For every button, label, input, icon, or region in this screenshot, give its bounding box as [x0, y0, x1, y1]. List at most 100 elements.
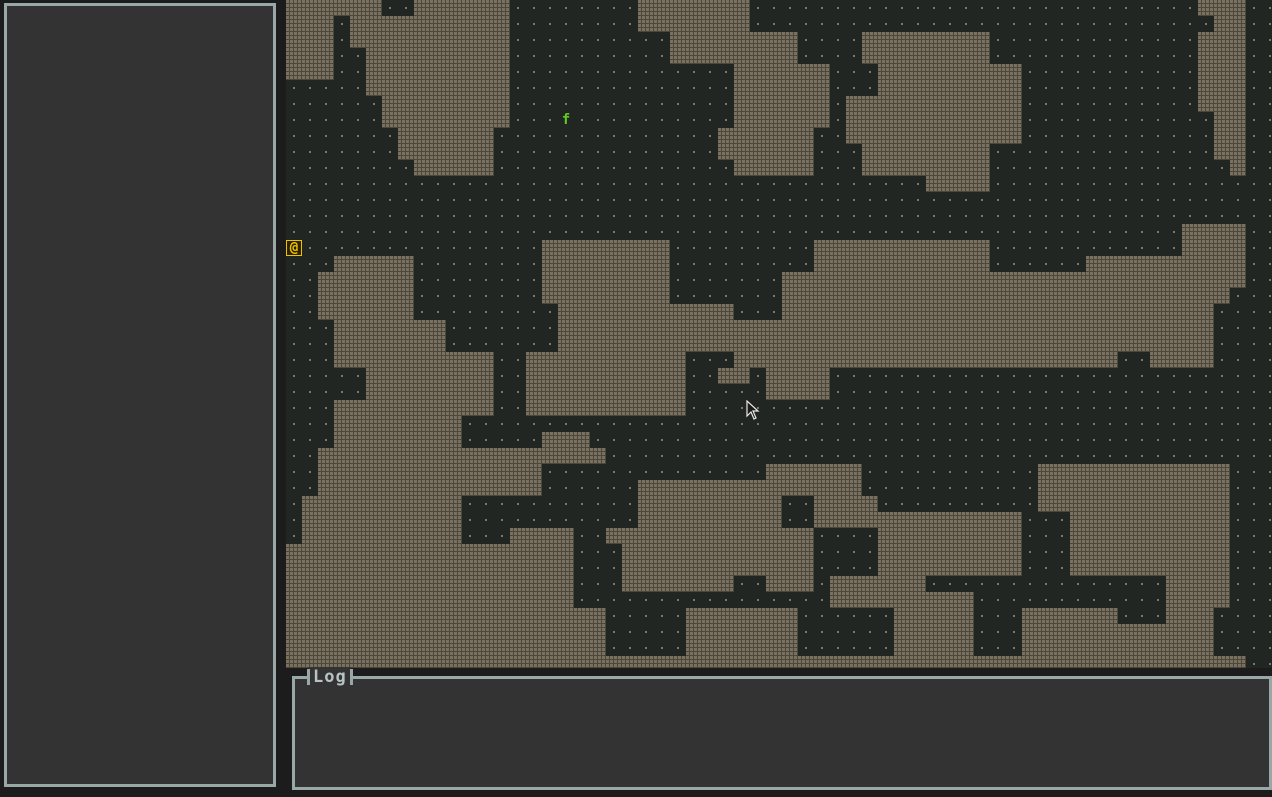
wall-tile: [830, 592, 974, 608]
wall-tile: [1198, 32, 1246, 48]
wall-tile: [782, 288, 1230, 304]
wall-tile: [862, 144, 990, 160]
wall-tile: [670, 48, 798, 64]
wall-tile: [318, 272, 414, 288]
wall-tile: [622, 560, 814, 576]
wall-tile: [606, 528, 814, 544]
wall-tile: [1198, 64, 1246, 80]
wall-tile: [1230, 160, 1246, 176]
wall-tile: [878, 560, 1022, 576]
wall-tile: [1214, 128, 1246, 144]
wall-tile: [718, 144, 814, 160]
wall-tile: [398, 144, 494, 160]
wall-tile: [686, 608, 798, 624]
wall-tile: [622, 576, 734, 592]
wall-tile: [1070, 560, 1230, 576]
wall-tile: [782, 304, 1214, 320]
wall-tile: [382, 112, 510, 128]
wall-tile: [814, 256, 990, 272]
wall-tile: [1022, 640, 1214, 656]
log-title: Log: [307, 667, 353, 687]
mouse-cursor-icon: [746, 400, 760, 420]
wall-tile: [846, 128, 1022, 144]
wall-tile: [286, 560, 574, 576]
dungeon-map[interactable]: @ f: [286, 0, 1272, 668]
wall-tile: [846, 112, 1022, 128]
wall-tile: [1214, 144, 1246, 160]
wall-tile: [366, 368, 494, 384]
wall-tile: [670, 32, 798, 48]
wall-tile: [286, 0, 382, 16]
wall-tile: [1182, 224, 1246, 240]
wall-tile: [1038, 480, 1230, 496]
wall-tile: [638, 16, 750, 32]
wall-tile: [1198, 48, 1246, 64]
wall-tile: [542, 272, 670, 288]
wall-tile: [734, 64, 830, 80]
wall-tile: [302, 512, 462, 528]
character-panel: [4, 3, 276, 787]
wall-tile: [526, 368, 686, 384]
wall-tile: [350, 16, 510, 32]
wall-tile: [1038, 464, 1230, 480]
wall-tile: [318, 288, 414, 304]
wall-tile: [318, 448, 606, 464]
wall-tile: [286, 624, 606, 640]
wall-tile: [558, 320, 1214, 336]
wall-tile: [766, 576, 814, 592]
wall-tile: [686, 640, 798, 656]
map-canvas[interactable]: [286, 0, 1272, 668]
wall-tile: [1198, 96, 1246, 112]
wall-tile: [318, 480, 542, 496]
wall-tile: [1166, 608, 1214, 624]
wall-tile: [638, 480, 862, 496]
wall-tile: [894, 640, 974, 656]
wall-tile: [334, 320, 446, 336]
wall-tile: [734, 352, 1118, 368]
wall-tile: [638, 496, 782, 512]
wall-tile: [286, 608, 606, 624]
wall-tile: [926, 176, 990, 192]
wall-tile: [542, 240, 670, 256]
wall-tile: [1086, 256, 1246, 272]
wall-tile: [510, 528, 574, 544]
wall-tile: [1070, 512, 1230, 528]
wall-tile: [1166, 576, 1230, 592]
wall-tile: [814, 496, 878, 512]
wall-tile: [638, 0, 750, 16]
wall-tile: [1022, 624, 1214, 640]
wall-tile: [1182, 240, 1246, 256]
wall-tile: [1038, 496, 1230, 512]
wall-tile: [894, 624, 974, 640]
wall-tile: [558, 336, 1214, 352]
wall-tile: [862, 160, 990, 176]
log-panel: Log: [292, 667, 1272, 790]
wall-tile: [286, 592, 574, 608]
wall-tile: [318, 464, 542, 480]
wall-tile: [878, 544, 1022, 560]
wall-tile: [718, 368, 750, 384]
wall-tile: [286, 640, 606, 656]
wall-tile: [734, 80, 830, 96]
wall-tile: [878, 528, 1022, 544]
wall-tile: [526, 400, 686, 416]
player-glyph[interactable]: @: [286, 240, 302, 256]
wall-tile: [382, 96, 510, 112]
wall-tile: [718, 128, 814, 144]
wall-tile: [286, 48, 334, 64]
wall-tile: [686, 624, 798, 640]
wall-tile: [782, 272, 1246, 288]
wall-tile: [734, 160, 814, 176]
wall-tile: [734, 96, 830, 112]
wall-tile: [1214, 16, 1246, 32]
creature-glyph[interactable]: f: [558, 112, 574, 128]
wall-tile: [334, 336, 446, 352]
wall-tile: [334, 432, 462, 448]
wall-tile: [766, 384, 830, 400]
wall-tile: [414, 160, 494, 176]
wall-tile: [766, 464, 862, 480]
wall-tile: [878, 64, 1022, 80]
wall-tile: [1070, 528, 1230, 544]
wall-tile: [1198, 0, 1246, 16]
wall-tile: [846, 96, 1022, 112]
